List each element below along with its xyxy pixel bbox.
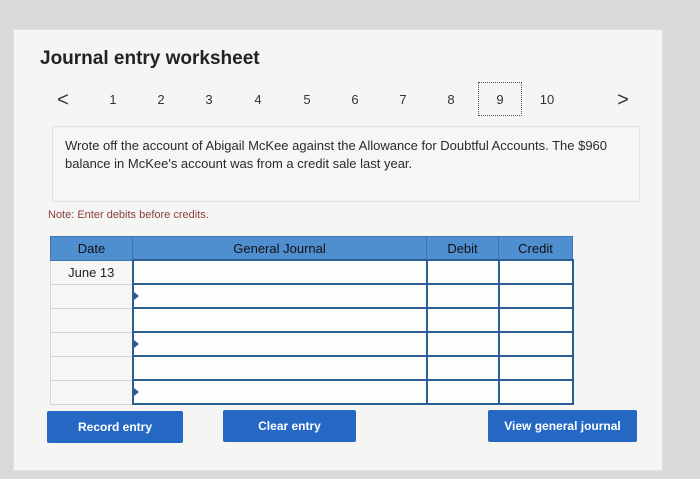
credit-input[interactable] bbox=[497, 355, 574, 381]
account-input[interactable] bbox=[131, 307, 428, 333]
debit-input[interactable] bbox=[425, 283, 500, 309]
credit-input[interactable] bbox=[497, 331, 574, 357]
journal-entry-table: Date General Journal Debit Credit June 1… bbox=[50, 236, 574, 405]
date-column-header: Date bbox=[50, 236, 133, 261]
table-row bbox=[50, 379, 574, 405]
table-row bbox=[50, 307, 574, 333]
view-general-journal-button[interactable]: View general journal bbox=[488, 410, 637, 442]
pager: < 1 2 3 4 5 6 7 8 9 10 > bbox=[50, 82, 640, 116]
debit-column-header: Debit bbox=[426, 236, 499, 261]
date-cell bbox=[50, 379, 133, 405]
account-input[interactable] bbox=[131, 355, 428, 381]
instruction-note: Note: Enter debits before credits. bbox=[48, 209, 209, 221]
date-cell bbox=[50, 331, 133, 357]
table-row bbox=[50, 331, 574, 357]
account-input[interactable] bbox=[131, 259, 428, 285]
page-4[interactable]: 4 bbox=[245, 86, 271, 114]
table-row bbox=[50, 283, 574, 309]
page-2[interactable]: 2 bbox=[148, 86, 174, 114]
credit-input[interactable] bbox=[497, 307, 574, 333]
general-journal-column-header: General Journal bbox=[132, 236, 427, 261]
page-10[interactable]: 10 bbox=[534, 86, 560, 114]
page-8[interactable]: 8 bbox=[438, 86, 464, 114]
page-3[interactable]: 3 bbox=[196, 86, 222, 114]
date-cell bbox=[50, 283, 133, 309]
account-input[interactable] bbox=[131, 331, 428, 357]
prev-page-arrow-icon[interactable]: < bbox=[50, 86, 76, 114]
date-cell bbox=[50, 355, 133, 381]
transaction-description: Wrote off the account of Abigail McKee a… bbox=[52, 126, 640, 202]
credit-column-header: Credit bbox=[498, 236, 573, 261]
page-6[interactable]: 6 bbox=[342, 86, 368, 114]
debit-input[interactable] bbox=[425, 355, 500, 381]
next-page-arrow-icon[interactable]: > bbox=[610, 86, 636, 114]
record-entry-button[interactable]: Record entry bbox=[47, 411, 183, 443]
credit-input[interactable] bbox=[497, 379, 574, 405]
debit-input[interactable] bbox=[425, 259, 500, 285]
account-input[interactable] bbox=[131, 379, 428, 405]
page-1[interactable]: 1 bbox=[100, 86, 126, 114]
page-9-current[interactable]: 9 bbox=[478, 82, 522, 116]
account-input[interactable] bbox=[131, 283, 428, 309]
page-title: Journal entry worksheet bbox=[40, 48, 260, 69]
table-row bbox=[50, 355, 574, 381]
credit-input[interactable] bbox=[497, 259, 574, 285]
date-cell: June 13 bbox=[50, 259, 133, 285]
clear-entry-button[interactable]: Clear entry bbox=[223, 410, 356, 442]
credit-input[interactable] bbox=[497, 283, 574, 309]
page-7[interactable]: 7 bbox=[390, 86, 416, 114]
table-row: June 13 bbox=[50, 259, 574, 285]
debit-input[interactable] bbox=[425, 331, 500, 357]
debit-input[interactable] bbox=[425, 379, 500, 405]
page-5[interactable]: 5 bbox=[294, 86, 320, 114]
debit-input[interactable] bbox=[425, 307, 500, 333]
date-cell bbox=[50, 307, 133, 333]
